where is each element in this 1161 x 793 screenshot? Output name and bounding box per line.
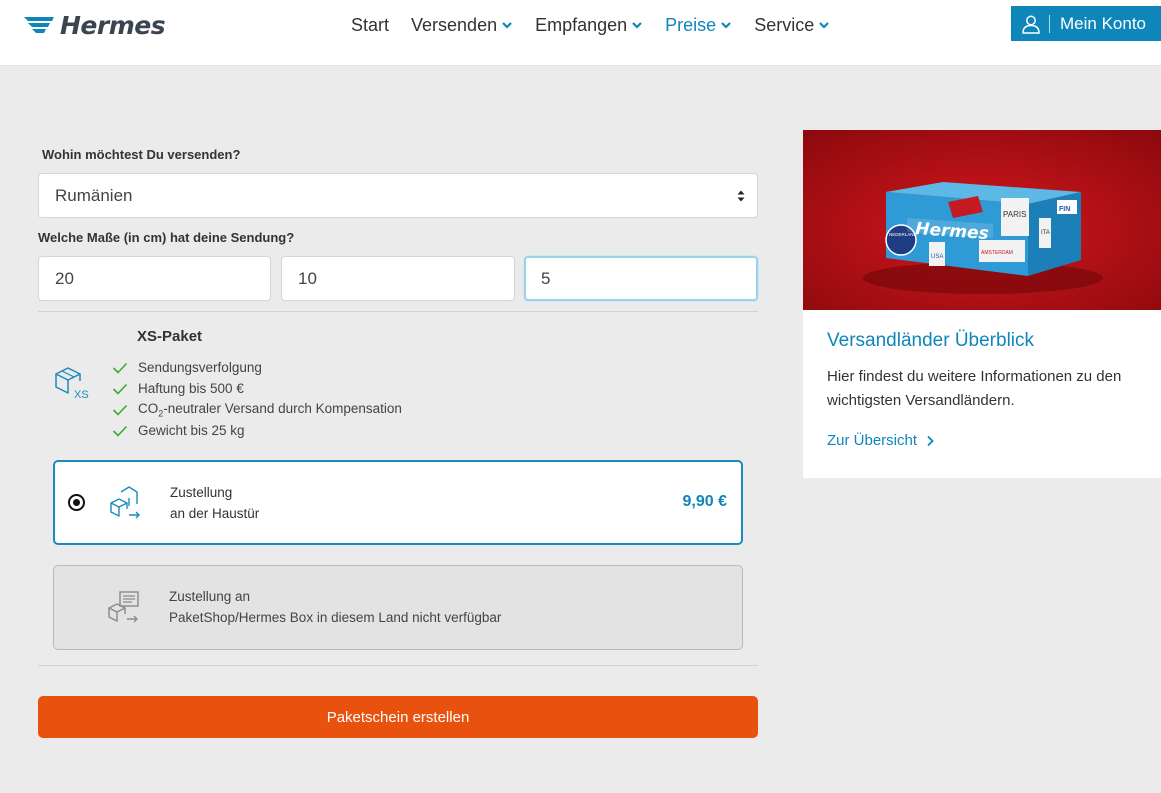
account-label: Mein Konto	[1060, 13, 1146, 33]
length-input[interactable]	[38, 256, 271, 301]
co2-rest: -neutraler Versand durch Kompensation	[163, 400, 402, 416]
radio-selected[interactable]	[68, 494, 85, 511]
xs-label: XS	[74, 389, 89, 401]
feature-text: Sendungsverfolgung	[138, 360, 262, 375]
select-arrows-icon	[737, 190, 745, 202]
width-input[interactable]	[281, 256, 515, 301]
create-label-text: Paketschein erstellen	[326, 708, 470, 726]
feature-item: Sendungsverfolgung	[112, 357, 402, 378]
nav-item-service[interactable]: Service	[754, 12, 830, 38]
create-label-button[interactable]: Paketschein erstellen	[38, 696, 758, 738]
main-nav: Start Versenden Empfangen Preise Service	[340, 12, 841, 38]
sticker-amsterdam: AMSTERDAM	[981, 250, 1013, 256]
delivery-option-home[interactable]: Zustellung an der Haustür 9,90 €	[53, 460, 743, 545]
option-text: Zustellung an der Haustür	[170, 482, 259, 524]
card-text: Hier findest du weitere Informationen zu…	[827, 368, 1122, 409]
sticker-paris: PARIS	[1003, 210, 1026, 219]
package-title: XS-Paket	[137, 328, 203, 345]
dimensions-label: Welche Maße (in cm) hat deine Sendung?	[38, 230, 295, 245]
option-line1: Zustellung an	[169, 589, 251, 604]
chevron-down-icon	[819, 22, 830, 29]
destination-label: Wohin möchtest Du versenden?	[42, 147, 241, 162]
destination-value: Rumänien	[55, 185, 133, 205]
sticker-ita: ITA	[1041, 230, 1050, 236]
feature-item: Haftung bis 500 €	[112, 378, 402, 399]
check-icon	[112, 425, 128, 437]
nav-item-empfangen[interactable]: Empfangen	[535, 12, 643, 38]
nav-label: Service	[754, 14, 815, 35]
divider	[38, 311, 758, 312]
nav-label: Empfangen	[535, 14, 628, 35]
hermes-wing-icon	[24, 17, 54, 33]
overview-link-text: Zur Übersicht	[827, 432, 918, 449]
logo-text: Hermes	[60, 10, 166, 40]
height-input[interactable]	[524, 256, 758, 301]
feature-item: Gewicht bis 25 kg	[112, 420, 402, 441]
hermes-logo[interactable]: Hermes	[22, 9, 166, 41]
destination-select[interactable]: Rumänien	[38, 173, 758, 218]
card-title: Versandländer Überblick	[827, 330, 1035, 351]
account-separator	[1049, 14, 1050, 33]
nav-item-start[interactable]: Start	[351, 12, 389, 38]
feature-text: Haftung bis 500 €	[138, 381, 244, 396]
chevron-right-icon	[927, 435, 934, 446]
check-icon	[112, 362, 128, 374]
check-icon	[112, 404, 128, 416]
nav-label: Preise	[665, 14, 717, 35]
radio-dot	[73, 499, 80, 506]
feature-item: CO2-neutraler Versand durch Kompensation	[112, 399, 402, 420]
feature-text: Gewicht bis 25 kg	[138, 423, 245, 438]
nav-label: Start	[351, 14, 390, 35]
card-image: PARIS FIN ITA NEDERLAND AMSTERDAM USA He…	[803, 130, 1161, 310]
option-line1: Zustellung	[170, 485, 233, 500]
nav-item-versenden[interactable]: Versenden	[411, 12, 513, 38]
site-header: Hermes Start Versenden Empfangen Preise …	[0, 0, 1161, 66]
paketshop-icon	[108, 591, 139, 623]
option-line2: an der Haustür	[170, 506, 260, 521]
chevron-down-icon	[502, 22, 512, 29]
delivery-option-paketshop: Zustellung an PaketShop/Hermes Box in di…	[53, 565, 743, 650]
co-text: CO	[138, 400, 159, 416]
nav-label: Versenden	[411, 14, 498, 35]
sticker-usa: USA	[931, 254, 943, 260]
account-button[interactable]: Mein Konto	[1011, 6, 1161, 41]
nav-item-preise[interactable]: Preise	[665, 12, 732, 38]
sticker-fin: FIN	[1059, 206, 1070, 213]
chevron-down-icon	[632, 22, 642, 29]
divider	[38, 665, 758, 666]
check-icon	[112, 383, 128, 395]
overview-link[interactable]: Zur Übersicht	[827, 432, 934, 449]
option-price: 9,90 €	[682, 493, 727, 510]
xs-package-icon: XS	[55, 367, 89, 401]
feature-text: CO2-neutraler Versand durch Kompensation	[138, 401, 402, 419]
countries-card: PARIS FIN ITA NEDERLAND AMSTERDAM USA He…	[803, 130, 1161, 478]
chevron-down-icon	[721, 22, 731, 29]
parcel-image: PARIS FIN ITA NEDERLAND AMSTERDAM USA He…	[803, 130, 1161, 310]
option-text: Zustellung an PaketShop/Hermes Box in di…	[169, 586, 501, 628]
sticker-nederland: NEDERLAND	[889, 232, 918, 237]
feature-list: Sendungsverfolgung Haftung bis 500 € CO2…	[112, 357, 402, 441]
option-line2: PaketShop/Hermes Box in diesem Land nich…	[169, 610, 502, 625]
user-icon	[1022, 15, 1040, 34]
home-delivery-icon	[110, 486, 140, 519]
